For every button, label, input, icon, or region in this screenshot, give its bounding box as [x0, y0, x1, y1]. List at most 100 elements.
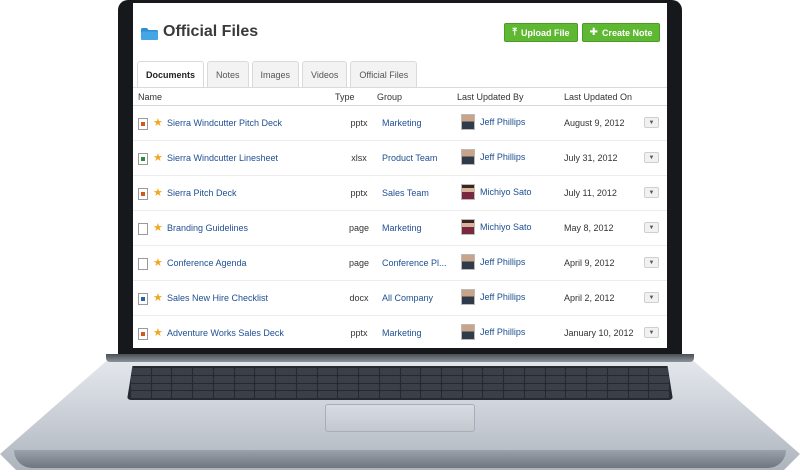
- column-header-updated-by[interactable]: Last Updated By: [457, 92, 524, 102]
- keyboard-key: [504, 375, 524, 383]
- user-link[interactable]: Jeff Phillips: [480, 257, 550, 267]
- tab-notes[interactable]: Notes: [207, 61, 249, 88]
- row-menu-chevron-down-icon[interactable]: ▼: [644, 292, 659, 303]
- tab-videos[interactable]: Videos: [302, 61, 348, 88]
- tab-official-files[interactable]: Official Files: [350, 61, 418, 88]
- tab-bar: Documents Notes Images Videos Official F…: [137, 61, 418, 88]
- keyboard-key: [359, 375, 379, 383]
- keyboard-key: [338, 375, 359, 383]
- group-link[interactable]: Marketing: [382, 223, 452, 233]
- file-name-link[interactable]: Conference Agenda: [167, 258, 327, 268]
- keyboard-key: [317, 391, 338, 398]
- file-xlsx-icon: [138, 153, 148, 165]
- group-link[interactable]: All Company: [382, 293, 452, 303]
- file-pptx-icon: [138, 118, 148, 130]
- file-type: page: [348, 258, 370, 268]
- avatar: [461, 324, 475, 340]
- file-name-link[interactable]: Sierra Pitch Deck: [167, 188, 327, 198]
- keyboard-key: [524, 375, 545, 383]
- column-header-type[interactable]: Type: [335, 92, 355, 102]
- file-name-link[interactable]: Sales New Hire Checklist: [167, 293, 327, 303]
- create-note-button[interactable]: ✚ Create Note: [582, 23, 660, 42]
- file-name-link[interactable]: Sierra Windcutter Linesheet: [167, 153, 327, 163]
- star-icon[interactable]: ★: [153, 291, 163, 304]
- group-link[interactable]: Marketing: [382, 328, 452, 338]
- row-menu-chevron-down-icon[interactable]: ▼: [644, 117, 659, 128]
- keyboard-key: [545, 383, 566, 391]
- star-icon[interactable]: ★: [153, 116, 163, 129]
- keyboard-key: [504, 368, 524, 375]
- keyboard-key: [462, 391, 483, 398]
- updated-date: July 31, 2012: [564, 153, 618, 163]
- star-icon[interactable]: ★: [153, 326, 163, 339]
- user-link[interactable]: Jeff Phillips: [480, 327, 550, 337]
- row-menu-chevron-down-icon[interactable]: ▼: [644, 222, 659, 233]
- table-row[interactable]: ★ Sales New Hire Checklist docx All Comp…: [133, 281, 667, 316]
- keyboard-key: [359, 391, 379, 398]
- keyboard-key: [276, 375, 296, 383]
- star-icon[interactable]: ★: [153, 151, 163, 164]
- keyboard-key: [213, 391, 234, 398]
- keyboard-key: [545, 368, 566, 375]
- laptop-hinge: [106, 354, 694, 362]
- row-menu-chevron-down-icon[interactable]: ▼: [644, 327, 659, 338]
- keyboard-key: [255, 375, 276, 383]
- file-name-link[interactable]: Sierra Windcutter Pitch Deck: [167, 118, 327, 128]
- folder-icon: [141, 28, 158, 40]
- file-type: page: [348, 223, 370, 233]
- user-link[interactable]: Jeff Phillips: [480, 117, 550, 127]
- table-row[interactable]: ★ Branding Guidelines page Marketing Mic…: [133, 211, 667, 246]
- user-link[interactable]: Jeff Phillips: [480, 152, 550, 162]
- column-header-name[interactable]: Name: [138, 92, 162, 102]
- keyboard-key: [441, 375, 462, 383]
- table-row[interactable]: ★ Sierra Windcutter Linesheet xlsx Produ…: [133, 141, 667, 176]
- keyboard-key: [649, 375, 669, 383]
- star-icon[interactable]: ★: [153, 256, 163, 269]
- keyboard-key: [131, 368, 151, 375]
- plus-icon: ✚: [589, 26, 598, 38]
- star-icon[interactable]: ★: [153, 186, 163, 199]
- user-link[interactable]: Jeff Phillips: [480, 292, 550, 302]
- keyboard-key: [607, 375, 628, 383]
- file-name-link[interactable]: Branding Guidelines: [167, 223, 327, 233]
- tab-documents[interactable]: Documents: [137, 61, 205, 88]
- star-icon[interactable]: ★: [153, 221, 163, 234]
- keyboard-key: [296, 391, 317, 398]
- keyboard-key: [338, 368, 359, 375]
- keyboard-key: [587, 368, 607, 375]
- group-link[interactable]: Product Team: [382, 153, 452, 163]
- column-header-updated-on[interactable]: Last Updated On: [564, 92, 632, 102]
- user-link[interactable]: Michiyo Sato: [480, 187, 550, 197]
- keyboard-key: [421, 368, 441, 375]
- upload-file-button[interactable]: ⤒ Upload File: [504, 23, 578, 42]
- row-menu-chevron-down-icon[interactable]: ▼: [644, 257, 659, 268]
- tab-images[interactable]: Images: [251, 61, 300, 88]
- table-row[interactable]: ★ Sierra Windcutter Pitch Deck pptx Mark…: [133, 106, 667, 141]
- keyboard-key: [462, 368, 483, 375]
- keyboard-key: [296, 368, 317, 375]
- keyboard-key: [483, 383, 504, 391]
- keyboard-key: [151, 368, 172, 375]
- user-link[interactable]: Michiyo Sato: [480, 222, 550, 232]
- table-row[interactable]: ★ Sierra Pitch Deck pptx Sales Team Mich…: [133, 176, 667, 211]
- avatar: [461, 254, 475, 270]
- table-row[interactable]: ★ Conference Agenda page Conference Pl..…: [133, 246, 667, 281]
- laptop-keyboard: [127, 366, 673, 400]
- column-header-group[interactable]: Group: [377, 92, 402, 102]
- keyboard-key: [131, 375, 151, 383]
- row-menu-chevron-down-icon[interactable]: ▼: [644, 187, 659, 198]
- keyboard-key: [524, 391, 545, 398]
- row-menu-chevron-down-icon[interactable]: ▼: [644, 152, 659, 163]
- group-link[interactable]: Sales Team: [382, 188, 452, 198]
- keyboard-key: [649, 383, 669, 391]
- file-name-link[interactable]: Adventure Works Sales Deck: [167, 328, 327, 338]
- group-link[interactable]: Marketing: [382, 118, 452, 128]
- keyboard-key: [400, 375, 421, 383]
- keyboard-key: [483, 368, 504, 375]
- updated-date: January 10, 2012: [564, 328, 634, 338]
- keyboard-key: [462, 375, 483, 383]
- keyboard-key: [234, 383, 255, 391]
- keyboard-key: [524, 368, 545, 375]
- group-link[interactable]: Conference Pl...: [382, 258, 452, 268]
- table-row[interactable]: ★ Adventure Works Sales Deck pptx Market…: [133, 316, 667, 348]
